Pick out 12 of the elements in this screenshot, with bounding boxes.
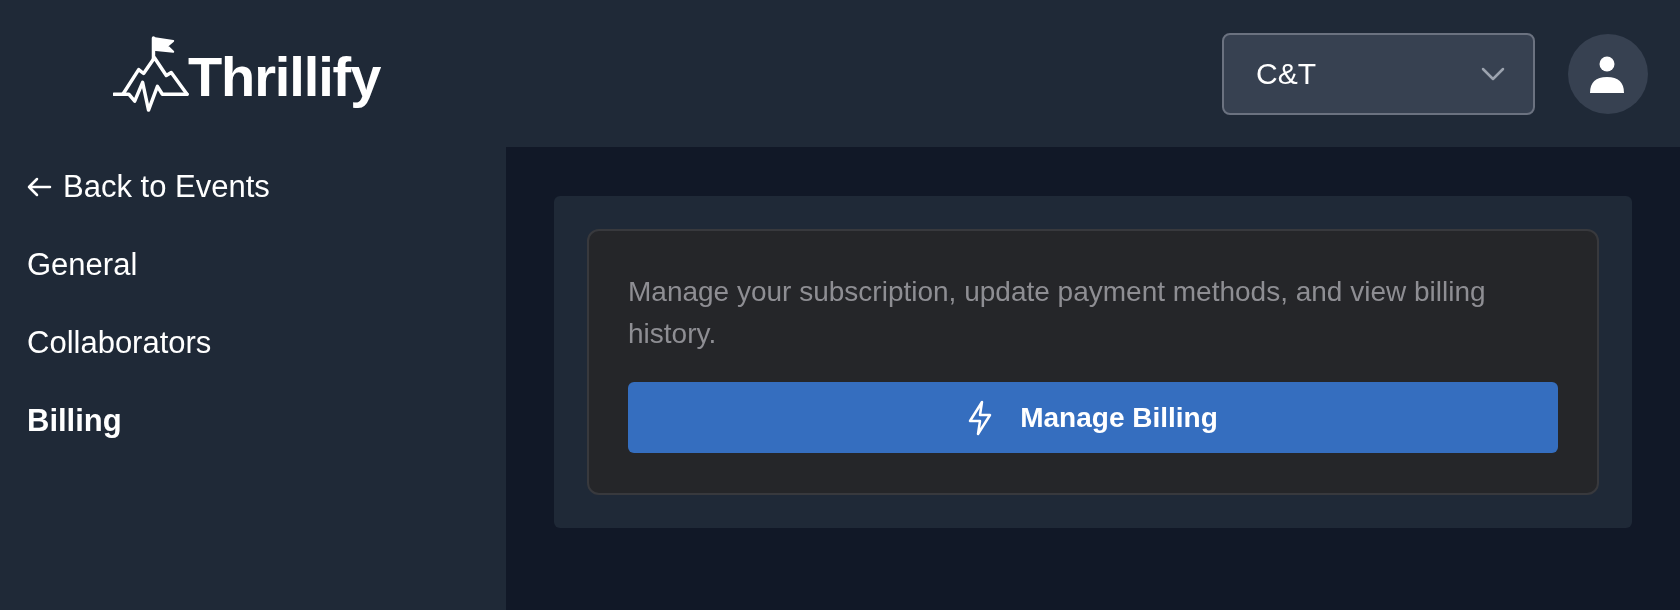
- sidebar-item[interactable]: Collaborators: [27, 323, 212, 363]
- manage-billing-button[interactable]: Manage Billing: [628, 382, 1558, 453]
- workspace-select[interactable]: C&T: [1222, 32, 1535, 115]
- arrow-left-icon: [27, 177, 52, 197]
- mountain-flag-icon: [113, 35, 189, 112]
- billing-description: Manage your subscription, update payment methods, and view billing history.: [628, 275, 1487, 351]
- avatar-icon[interactable]: [1568, 33, 1648, 114]
- chevron-down-icon: [1481, 66, 1505, 81]
- back-link[interactable]: Back to Events: [27, 167, 270, 207]
- sidebar-item[interactable]: Billing: [27, 401, 122, 441]
- sidebar-item[interactable]: General: [27, 245, 138, 285]
- lightning-icon: [968, 399, 993, 436]
